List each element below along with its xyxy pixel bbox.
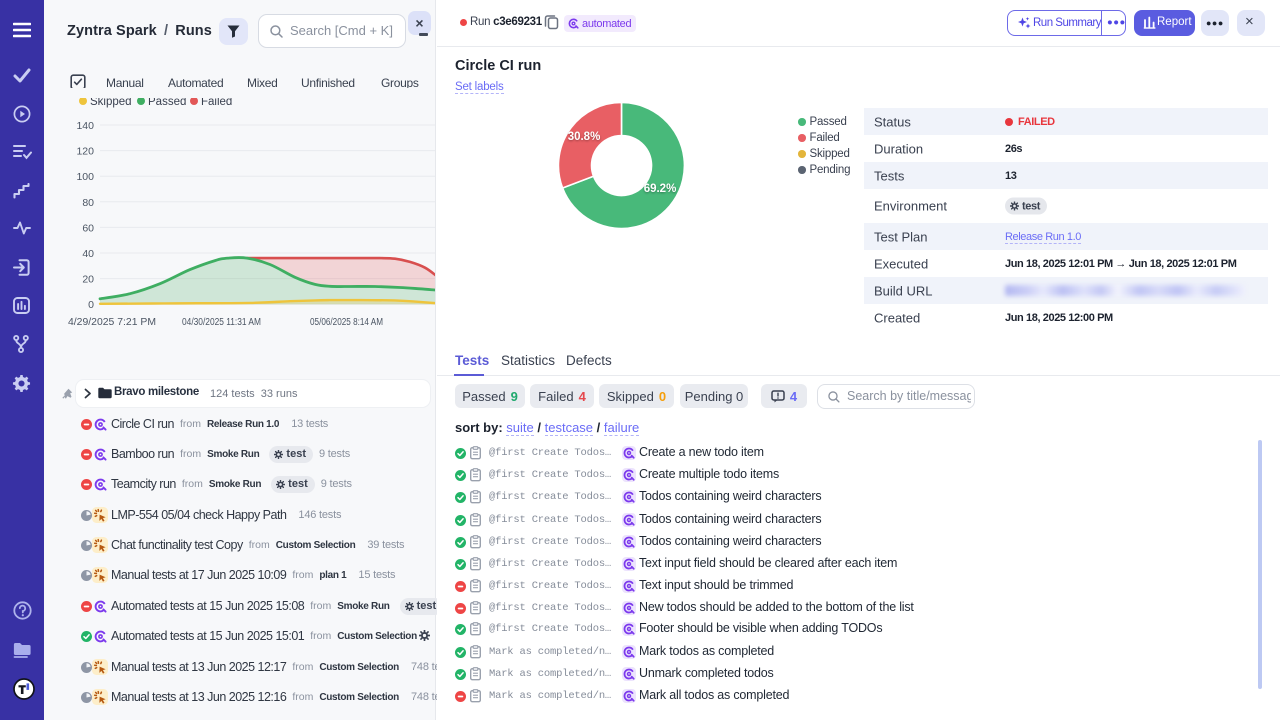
svg-text:05/06/2025 8:14 AM: 05/06/2025 8:14 AM — [310, 317, 383, 328]
svg-text:120: 120 — [76, 146, 94, 158]
svg-text:100: 100 — [76, 171, 94, 183]
svg-text:80: 80 — [82, 197, 94, 209]
svg-text:30.8%: 30.8% — [568, 131, 601, 143]
svg-text:04/30/2025 11:31 AM: 04/30/2025 11:31 AM — [182, 317, 261, 328]
svg-text:4/29/2025 7:21 PM: 4/29/2025 7:21 PM — [68, 317, 156, 328]
svg-text:0: 0 — [88, 299, 94, 311]
svg-text:40: 40 — [82, 248, 94, 260]
svg-text:69.2%: 69.2% — [644, 183, 677, 195]
svg-text:140: 140 — [76, 120, 94, 132]
svg-text:60: 60 — [82, 222, 94, 234]
svg-text:20: 20 — [82, 274, 94, 286]
